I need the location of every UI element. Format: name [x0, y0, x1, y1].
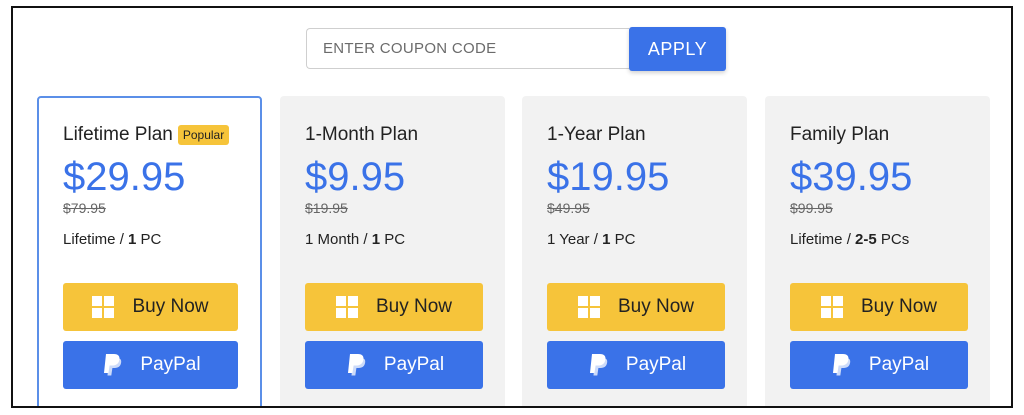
plan-name: 1-Year Plan [547, 124, 646, 145]
windows-icon [92, 296, 115, 318]
plan-terms: 1 Year / 1 PC [547, 231, 747, 248]
terms-suffix: PC [380, 231, 406, 248]
buy-now-label: Buy Now [617, 296, 695, 317]
terms-suffix: PC [610, 231, 636, 248]
plan-terms: Lifetime / 1 PC [63, 231, 260, 248]
popular-badge: Popular [177, 125, 230, 145]
paypal-label: PayPal [625, 354, 687, 375]
buy-now-label: Buy Now [860, 296, 938, 317]
plan-title: Family Plan [790, 122, 990, 148]
paypal-icon [100, 353, 122, 377]
pricing-panel: APPLY Lifetime Plan Popular $29.95 $79.9… [11, 6, 1013, 408]
terms-prefix: 1 Month / [305, 231, 372, 248]
paypal-button[interactable]: PayPal [63, 341, 238, 389]
plan-name: Family Plan [790, 124, 890, 145]
plan-price: $29.95 [63, 155, 186, 199]
plan-terms: 1 Month / 1 PC [305, 231, 505, 248]
terms-suffix: PC [136, 231, 162, 248]
windows-icon [577, 296, 600, 318]
paypal-icon [586, 353, 608, 377]
plan-price: $9.95 [305, 155, 406, 199]
plan-price: $39.95 [790, 155, 913, 199]
plan-card-1-month: 1-Month Plan $9.95 $19.95 1 Month / 1 PC… [280, 96, 505, 406]
terms-prefix: Lifetime / [63, 231, 129, 248]
plan-name: Lifetime Plan [63, 124, 173, 145]
plan-title: Lifetime Plan Popular [63, 122, 260, 148]
paypal-button[interactable]: PayPal [305, 341, 483, 389]
plan-terms: Lifetime / 2-5 PCs [790, 231, 990, 248]
paypal-label: PayPal [383, 354, 445, 375]
plans-row: Lifetime Plan Popular $29.95 $79.95 Life… [13, 8, 1011, 406]
plan-card-lifetime: Lifetime Plan Popular $29.95 $79.95 Life… [37, 96, 262, 406]
paypal-icon [344, 353, 366, 377]
terms-count: 1 [371, 231, 381, 248]
paypal-button[interactable]: PayPal [790, 341, 968, 389]
plan-title: 1-Month Plan [305, 122, 505, 148]
terms-prefix: 1 Year / [547, 231, 603, 248]
windows-icon [820, 296, 843, 318]
terms-count: 2-5 [855, 231, 877, 248]
plan-name: 1-Month Plan [305, 124, 419, 145]
plan-card-family: Family Plan $39.95 $99.95 Lifetime / 2-5… [765, 96, 990, 406]
buy-now-button[interactable]: Buy Now [305, 283, 483, 331]
buy-now-button[interactable]: Buy Now [63, 283, 238, 331]
paypal-label: PayPal [868, 354, 930, 375]
terms-prefix: Lifetime / [790, 231, 856, 248]
buy-now-button[interactable]: Buy Now [547, 283, 725, 331]
paypal-label: PayPal [140, 354, 201, 375]
plan-price: $19.95 [547, 155, 670, 199]
windows-icon [335, 296, 358, 318]
paypal-button[interactable]: PayPal [547, 341, 725, 389]
plan-old-price: $19.95 [305, 200, 348, 216]
buy-now-label: Buy Now [132, 296, 209, 317]
paypal-icon [829, 353, 851, 377]
terms-suffix: PCs [876, 231, 910, 248]
buy-now-button[interactable]: Buy Now [790, 283, 968, 331]
plan-card-1-year: 1-Year Plan $19.95 $49.95 1 Year / 1 PC … [522, 96, 747, 406]
plan-title: 1-Year Plan [547, 122, 747, 148]
plan-old-price: $49.95 [547, 200, 590, 216]
plan-old-price: $79.95 [63, 200, 106, 216]
buy-now-label: Buy Now [375, 296, 453, 317]
plan-old-price: $99.95 [790, 200, 833, 216]
